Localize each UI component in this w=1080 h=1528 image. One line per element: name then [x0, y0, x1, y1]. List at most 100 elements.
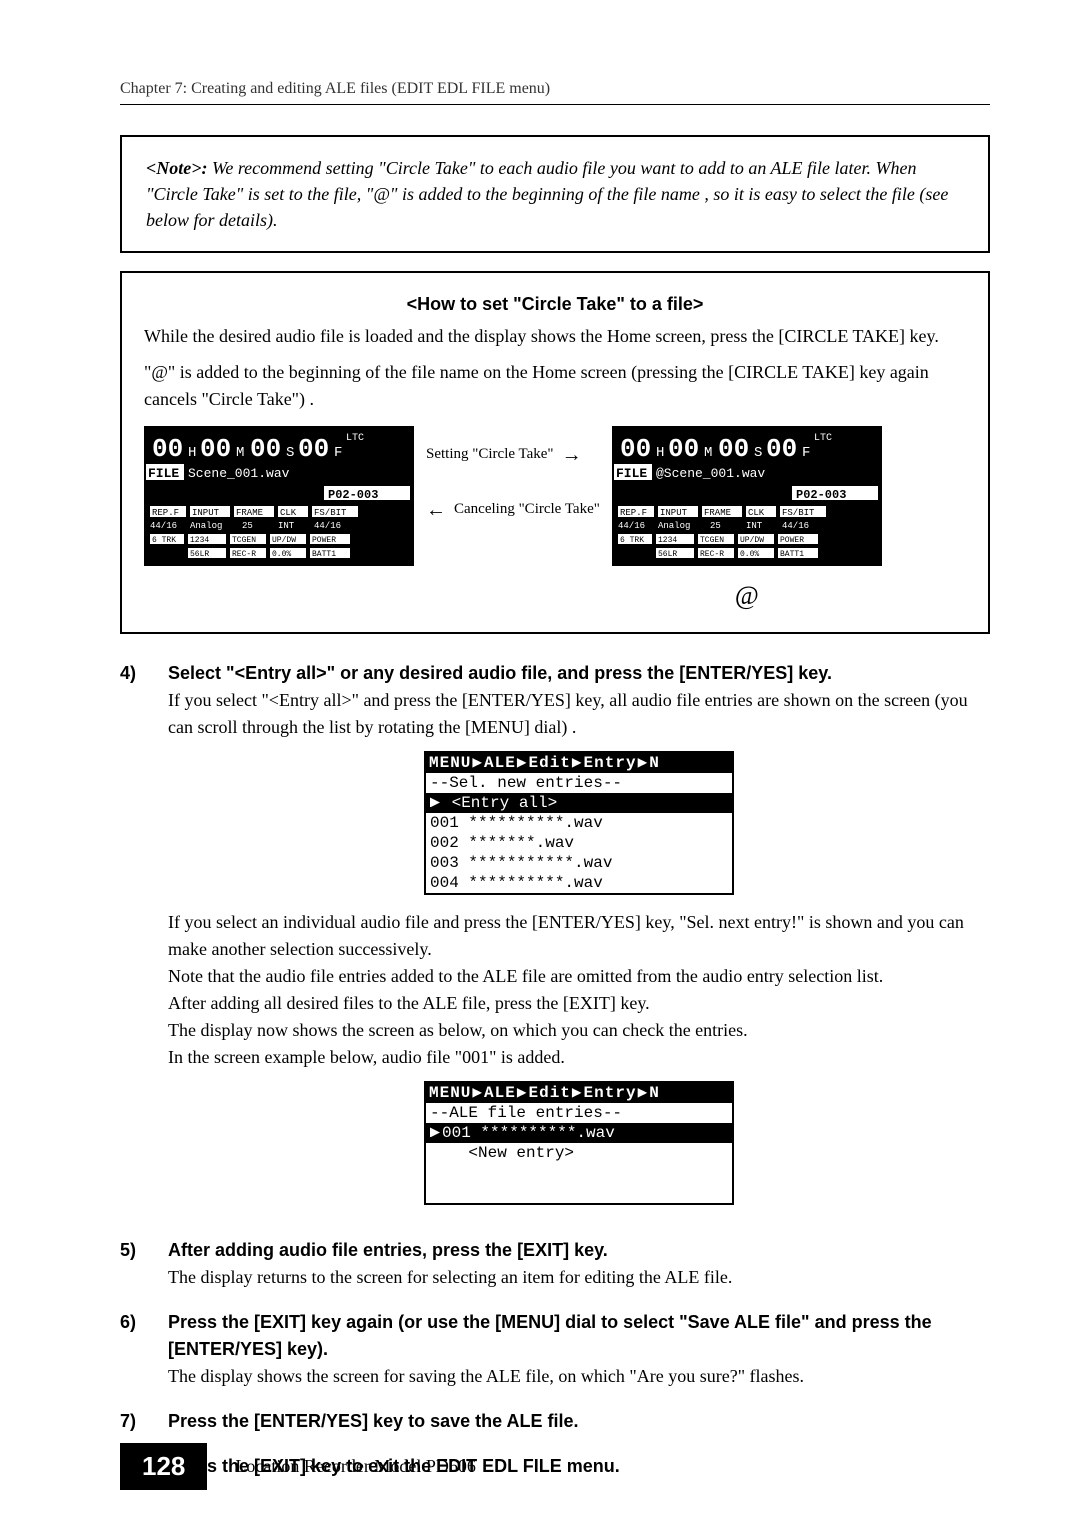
- svg-text:FILE: FILE: [148, 466, 179, 481]
- step-text: The display shows the screen for saving …: [168, 1363, 990, 1390]
- svg-text:INPUT: INPUT: [660, 508, 688, 518]
- svg-text:1234: 1234: [658, 536, 677, 545]
- svg-text:00: 00: [718, 434, 749, 464]
- svg-text:6 TRK: 6 TRK: [620, 536, 644, 545]
- svg-text:F: F: [802, 445, 810, 461]
- howto-title: <How to set "Circle Take" to a file>: [144, 291, 966, 317]
- home-screen-right: 00 H 00 M 00 S 00 F LTC FILE @Scene_001.…: [612, 426, 882, 566]
- lcd-row: 002 *******.wav: [426, 833, 732, 853]
- cancel-label-row: ← Canceling "Circle Take": [426, 499, 600, 521]
- svg-text:00: 00: [298, 434, 329, 464]
- home-screen-left: 00 H 00 M 00 S 00 F LTC FILE Scene_001.w…: [144, 426, 414, 566]
- lcd-selected-row: <Entry all>: [426, 793, 732, 813]
- arrow-right-icon: →: [562, 445, 582, 465]
- svg-text:M: M: [704, 445, 712, 461]
- svg-text:P02-003: P02-003: [328, 488, 378, 502]
- svg-text:S: S: [754, 445, 762, 461]
- svg-text:LTC: LTC: [346, 433, 364, 444]
- note-label: <Note>:: [146, 158, 208, 178]
- svg-text:FRAME: FRAME: [704, 508, 731, 518]
- step-text: The display returns to the screen for se…: [168, 1264, 990, 1291]
- svg-text:00: 00: [766, 434, 797, 464]
- step-num: 6): [120, 1309, 148, 1390]
- svg-text:POWER: POWER: [312, 536, 336, 545]
- step-text: The display now shows the screen as belo…: [168, 1017, 990, 1044]
- svg-text:H: H: [656, 445, 664, 461]
- svg-text:F: F: [334, 445, 342, 461]
- page-number: 128: [120, 1443, 207, 1490]
- step-num: 4): [120, 660, 148, 1219]
- svg-text:00: 00: [200, 434, 231, 464]
- svg-text:56LR: 56LR: [658, 550, 677, 559]
- svg-text:H: H: [188, 445, 196, 461]
- svg-text:REP.F: REP.F: [152, 508, 179, 518]
- lcd-entry-select: MENU▶ALE▶Edit▶Entry▶N --Sel. new entries…: [424, 751, 734, 895]
- header-rule: [120, 104, 990, 105]
- svg-text:25: 25: [710, 521, 721, 531]
- svg-text:REC-R: REC-R: [700, 550, 724, 559]
- svg-text:25: 25: [242, 521, 253, 531]
- svg-text:Scene_001.wav: Scene_001.wav: [188, 466, 290, 481]
- svg-text:UP/DW: UP/DW: [272, 536, 296, 545]
- svg-text:Analog: Analog: [190, 521, 222, 531]
- svg-text:BATT1: BATT1: [312, 550, 336, 559]
- step-4: 4) Select "<Entry all>" or any desired a…: [120, 660, 990, 1219]
- cancel-label: Canceling "Circle Take": [454, 499, 600, 521]
- step-text: Note that the audio file entries added t…: [168, 963, 990, 990]
- step-text: If you select an individual audio file a…: [168, 909, 990, 963]
- howto-p1: While the desired audio file is loaded a…: [144, 323, 966, 349]
- lcd-row: 003 ***********.wav: [426, 853, 732, 873]
- svg-text:0.0%: 0.0%: [272, 550, 291, 559]
- svg-text:FILE: FILE: [616, 466, 647, 481]
- svg-text:S: S: [286, 445, 294, 461]
- svg-text:44/16: 44/16: [782, 521, 809, 531]
- note-box: <Note>: We recommend setting "Circle Tak…: [120, 135, 990, 253]
- svg-text:INT: INT: [278, 521, 295, 531]
- lcd-row: 004 **********.wav: [426, 873, 732, 893]
- caret-icon: [430, 1127, 440, 1137]
- step-heading: Press the [EXIT] key again (or use the […: [168, 1309, 990, 1363]
- svg-text:56LR: 56LR: [190, 550, 209, 559]
- svg-text:6 TRK: 6 TRK: [152, 536, 176, 545]
- lcd-breadcrumb: MENU▶ALE▶Edit▶Entry▶N: [426, 753, 732, 773]
- lcd-title: --Sel. new entries--: [426, 773, 732, 793]
- lcd-selected-row: 001 **********.wav: [426, 1123, 732, 1143]
- svg-text:TCGEN: TCGEN: [232, 536, 256, 545]
- svg-text:CLK: CLK: [748, 508, 765, 518]
- step-num: 7): [120, 1408, 148, 1435]
- at-callout: @: [612, 577, 882, 615]
- step-7: 7) Press the [ENTER/YES] key to save the…: [120, 1408, 990, 1435]
- svg-text:44/16: 44/16: [150, 521, 177, 531]
- lcd-title: --ALE file entries--: [426, 1103, 732, 1123]
- svg-text:CLK: CLK: [280, 508, 297, 518]
- svg-text:FS/BIT: FS/BIT: [314, 508, 347, 518]
- step-num: 5): [120, 1237, 148, 1291]
- svg-text:00: 00: [668, 434, 699, 464]
- svg-text:INT: INT: [746, 521, 763, 531]
- step-text: If you select "<Entry all>" and press th…: [168, 687, 990, 741]
- arrow-labels: Setting "Circle Take" → ← Canceling "Cir…: [426, 426, 600, 522]
- svg-text:44/16: 44/16: [618, 521, 645, 531]
- lcd-row: <New entry>: [426, 1143, 732, 1163]
- lcd-row: [426, 1163, 732, 1183]
- svg-text:FS/BIT: FS/BIT: [782, 508, 815, 518]
- lcd-row: [426, 1183, 732, 1203]
- svg-text:FRAME: FRAME: [236, 508, 263, 518]
- arrow-left-icon: ←: [426, 500, 446, 520]
- lcd-row: 001 **********.wav: [426, 813, 732, 833]
- footer-text: Location Recorder Model PD606: [235, 1456, 475, 1477]
- lcd-file-entries: MENU▶ALE▶Edit▶Entry▶N --ALE file entries…: [424, 1081, 734, 1205]
- chapter-header: Chapter 7: Creating and editing ALE file…: [120, 80, 990, 98]
- svg-text:BATT1: BATT1: [780, 550, 804, 559]
- svg-text:1234: 1234: [190, 536, 209, 545]
- page-footer: 128 Location Recorder Model PD606: [120, 1443, 476, 1490]
- step-heading: After adding audio file entries, press t…: [168, 1237, 990, 1264]
- step-text: In the screen example below, audio file …: [168, 1044, 990, 1071]
- svg-text:0.0%: 0.0%: [740, 550, 759, 559]
- home-screens-area: 00 H 00 M 00 S 00 F LTC FILE Scene_001.w…: [144, 426, 966, 615]
- svg-text:UP/DW: UP/DW: [740, 536, 764, 545]
- step-6: 6) Press the [EXIT] key again (or use th…: [120, 1309, 990, 1390]
- svg-text:Analog: Analog: [658, 521, 690, 531]
- svg-text:P02-003: P02-003: [796, 488, 846, 502]
- step-5: 5) After adding audio file entries, pres…: [120, 1237, 990, 1291]
